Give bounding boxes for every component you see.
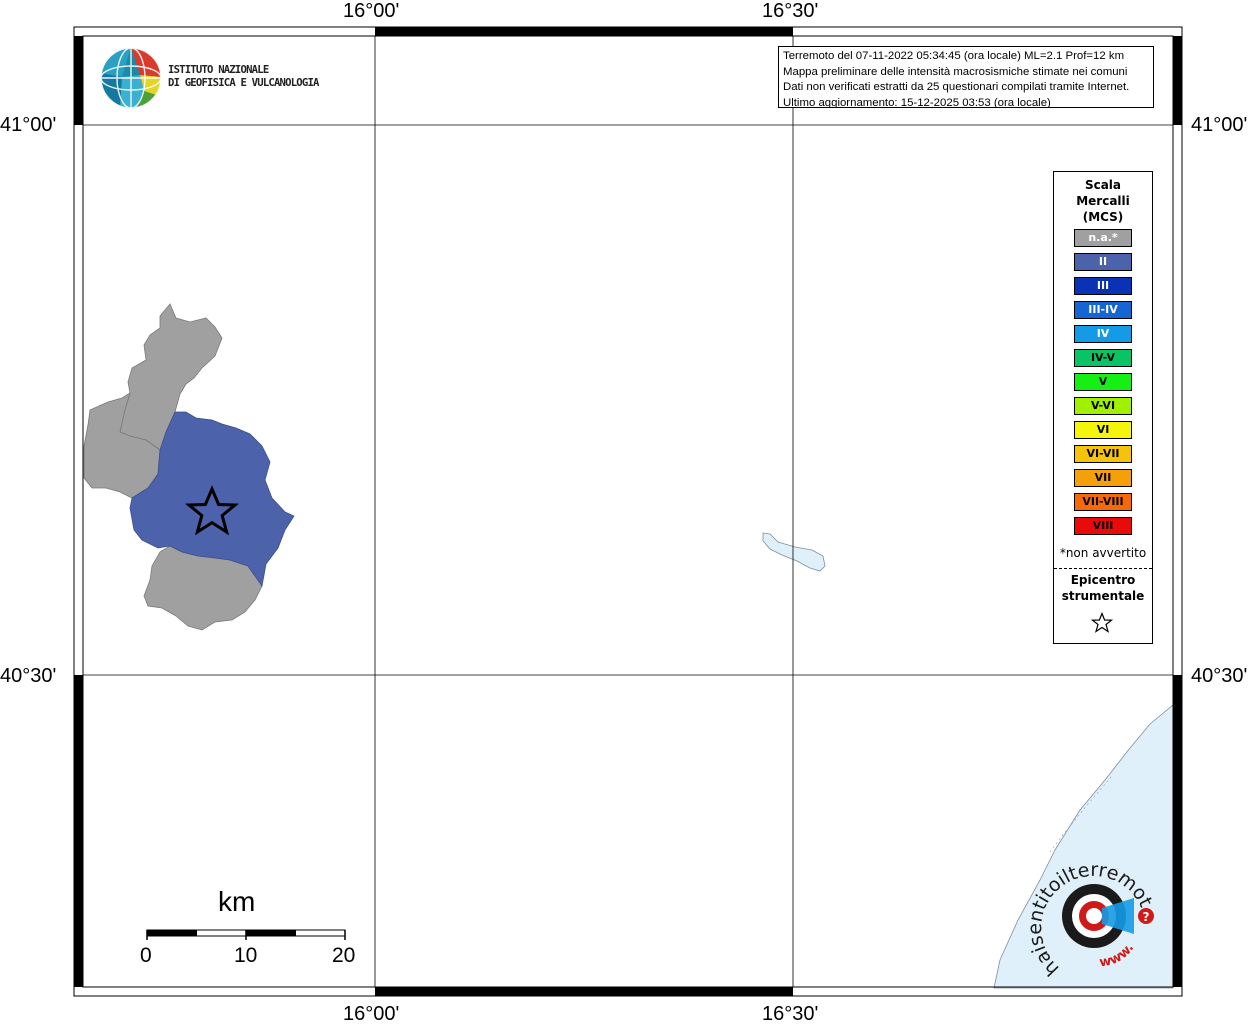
- legend-item-vii: VII: [1074, 469, 1132, 487]
- mcs-legend: Scala Mercalli (MCS) n.a.* II III III-IV IV I…: [1053, 171, 1153, 644]
- legend-title: Scala Mercalli (MCS): [1054, 177, 1152, 225]
- legend-title-line2: Mercalli: [1076, 194, 1130, 208]
- hsit-target-icon: [1062, 884, 1134, 948]
- legend-item-iv-v: IV-V: [1074, 349, 1132, 367]
- ingv-globe-icon: [100, 47, 162, 109]
- legend-item-iv: IV: [1074, 325, 1132, 343]
- legend-item-ii: II: [1074, 253, 1132, 271]
- legend-item-iii-iv: III-IV: [1074, 301, 1132, 319]
- legend-title-line3: (MCS): [1082, 210, 1124, 224]
- hsit-watermark: haisentitoilterremoto.it www. ?: [1030, 858, 1157, 978]
- lon-label-top-16-30: 16°30': [762, 0, 819, 22]
- legend-item-vi: VI: [1074, 421, 1132, 439]
- scale-tick-10: 10: [234, 944, 258, 967]
- ingv-logo-text: ISTITUTO NAZIONALE DI GEOFISICA E VULCAN…: [168, 64, 319, 90]
- legend-item-viii: VIII: [1074, 517, 1132, 535]
- lon-label-top-16-00: 16°00': [343, 0, 400, 22]
- info-line-updated: Ultimo aggiornamento: 15-12-2025 03:53 (…: [783, 96, 1051, 108]
- legend-note: *non avvertito: [1059, 546, 1147, 560]
- scale-bar-unit: km: [218, 886, 256, 917]
- lat-label-left-40-30: 40°30': [0, 665, 57, 687]
- scale-bar: [146, 929, 346, 940]
- legend-epicenter-label: Epicentro strumentale: [1054, 572, 1152, 604]
- legend-item-v-vi: V-VI: [1074, 397, 1132, 415]
- legend-divider: [1054, 568, 1152, 569]
- ingv-logo: ISTITUTO NAZIONALE DI GEOFISICA E VULCAN…: [100, 46, 330, 110]
- legend-item-v: V: [1074, 373, 1132, 391]
- legend-item-n-a: n.a.*: [1074, 229, 1132, 247]
- hsit-question-mark: ?: [1143, 910, 1150, 924]
- ingv-logo-line2: DI GEOFISICA E VULCANOLOGIA: [168, 77, 319, 89]
- legend-star-icon: [1090, 612, 1114, 633]
- lat-label-right-41-00: 41°00': [1191, 114, 1248, 136]
- earthquake-info-box: Terremoto del 07-11-2022 05:34:45 (ora l…: [778, 46, 1154, 108]
- lat-label-left-41-00: 41°00': [0, 114, 57, 136]
- lon-label-bottom-16-00: 16°00': [343, 1003, 400, 1025]
- legend-epicenter-line2: strumentale: [1061, 589, 1145, 603]
- info-line-source: Dati non verificati estratti da 25 quest…: [783, 81, 1130, 93]
- lon-label-bottom-16-30: 16°30': [762, 1003, 819, 1025]
- info-line-description: Mappa preliminare delle intensità macros…: [783, 65, 1128, 78]
- legend-item-vii-viii: VII-VIII: [1074, 493, 1132, 511]
- legend-epicenter-line1: Epicentro: [1070, 573, 1136, 587]
- scale-tick-0: 0: [140, 944, 152, 967]
- legend-item-iii: III: [1074, 277, 1132, 295]
- ingv-logo-line1: ISTITUTO NAZIONALE: [168, 64, 269, 76]
- legend-title-line1: Scala: [1084, 178, 1122, 192]
- lake-area: [762, 532, 826, 572]
- scale-tick-20: 20: [332, 944, 356, 967]
- info-line-event: Terremoto del 07-11-2022 05:34:45 (ora l…: [783, 50, 1125, 62]
- lat-label-right-40-30: 40°30': [1191, 665, 1248, 687]
- legend-item-vi-vii: VI-VII: [1074, 445, 1132, 463]
